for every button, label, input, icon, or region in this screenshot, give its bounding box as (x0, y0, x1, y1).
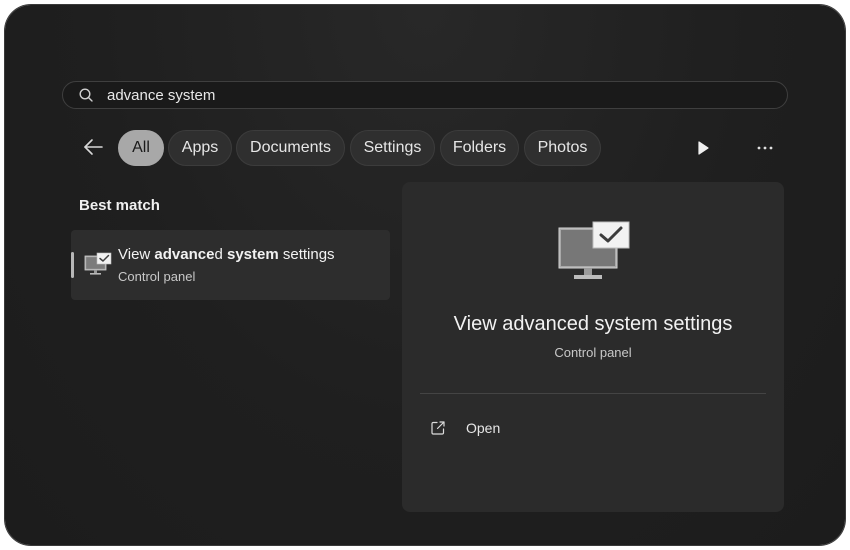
play-icon[interactable] (693, 138, 713, 158)
search-input[interactable]: advance system (107, 87, 215, 104)
search-bar[interactable]: advance system (62, 81, 788, 109)
filter-chip-photos[interactable]: Photos (524, 130, 601, 166)
best-match-heading: Best match (79, 197, 160, 214)
filter-chip-all[interactable]: All (118, 130, 164, 166)
preview-subtitle: Control panel (554, 345, 632, 360)
result-title: View advanced system settings (118, 246, 335, 263)
preview-title: View advanced system settings (453, 313, 733, 335)
monitor-check-icon (558, 221, 630, 279)
search-icon (79, 88, 93, 102)
divider (420, 393, 766, 394)
filter-chip-settings[interactable]: Settings (350, 130, 435, 166)
preview-pane: View advanced system settings Control pa… (402, 182, 784, 512)
selection-indicator (71, 252, 74, 278)
best-match-result[interactable]: View advanced system settings Control pa… (71, 230, 390, 300)
start-search-panel: advance system All Apps Documents Settin… (5, 5, 845, 545)
back-arrow-icon[interactable] (81, 135, 105, 159)
filter-chip-apps[interactable]: Apps (168, 130, 232, 166)
result-subtitle: Control panel (118, 269, 196, 284)
more-options-icon[interactable] (753, 138, 777, 158)
open-action[interactable]: Open (430, 416, 630, 442)
open-label: Open (466, 420, 501, 436)
filter-chip-documents[interactable]: Documents (236, 130, 345, 166)
open-external-icon (431, 421, 445, 435)
filter-chip-folders[interactable]: Folders (440, 130, 519, 166)
monitor-check-icon (84, 252, 112, 275)
